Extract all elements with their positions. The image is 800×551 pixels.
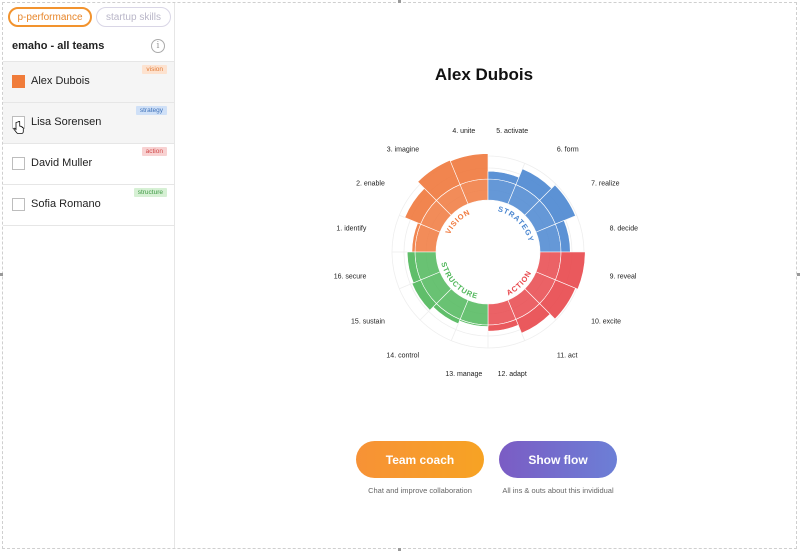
people-list: Alex Dubois vision Lisa Sorensen strateg… [3,61,174,226]
person-name: Sofia Romano [31,198,101,210]
person-name: Alex Dubois [31,75,90,87]
radial-chart: VISION STRATEGYACTIONSTRUCTURE 1. identif… [334,128,639,378]
role-badge: vision [142,65,167,74]
segment-label: 16. secure [334,274,367,281]
sidebar: p-performance startup skills emaho - all… [3,3,175,548]
team-coach-caption: Chat and improve collaboration [368,486,472,495]
list-item[interactable]: David Muller action [3,143,174,184]
segment-label: 14. control [386,353,419,360]
segment-label: 7. realize [591,181,620,188]
person-name: Lisa Sorensen [31,116,102,128]
segment-label: 11. act [557,353,578,360]
role-badge: action [141,147,167,156]
segment-label: 13. manage [445,371,482,378]
segment-label: 4. unite [452,128,475,135]
checkbox[interactable] [12,75,25,88]
show-flow-caption: All ins & outs about this invididual [502,486,614,495]
segment-label: 2. enable [356,181,385,188]
role-badge: structure [133,188,167,197]
segment-label: 15. sustain [351,318,385,325]
segment-label: 10. excite [591,318,621,325]
team-title: emaho - all teams [12,40,105,52]
checkbox[interactable] [12,198,25,211]
segment-label: 5. activate [496,128,528,135]
segment-label: 9. reveal [610,274,637,281]
segment-label: 8. decide [610,225,639,232]
segment-label: 6. form [557,146,579,153]
show-flow-button[interactable]: Show flow [499,441,617,478]
tab-startup-skills[interactable]: startup skills [96,7,171,27]
hand-cursor-icon [13,121,24,134]
tab-bar: p-performance startup skills [8,7,171,27]
resize-handle-top[interactable] [398,0,401,3]
info-icon[interactable]: i [151,39,165,53]
checkbox[interactable] [12,157,25,170]
role-badge: strategy [135,106,167,115]
list-item[interactable]: Alex Dubois vision [3,61,174,102]
list-item[interactable]: Lisa Sorensen strategy [3,102,174,143]
team-coach-button[interactable]: Team coach [356,441,484,478]
tab-p-performance[interactable]: p-performance [8,7,92,27]
segment-label: 12. adapt [498,371,527,378]
segment-label: 3. imagine [387,146,419,153]
list-item[interactable]: Sofia Romano structure [3,184,174,226]
person-name: David Muller [31,157,93,169]
segment-label: 1. identify [336,225,366,232]
page-title: Alex Dubois [434,65,534,84]
